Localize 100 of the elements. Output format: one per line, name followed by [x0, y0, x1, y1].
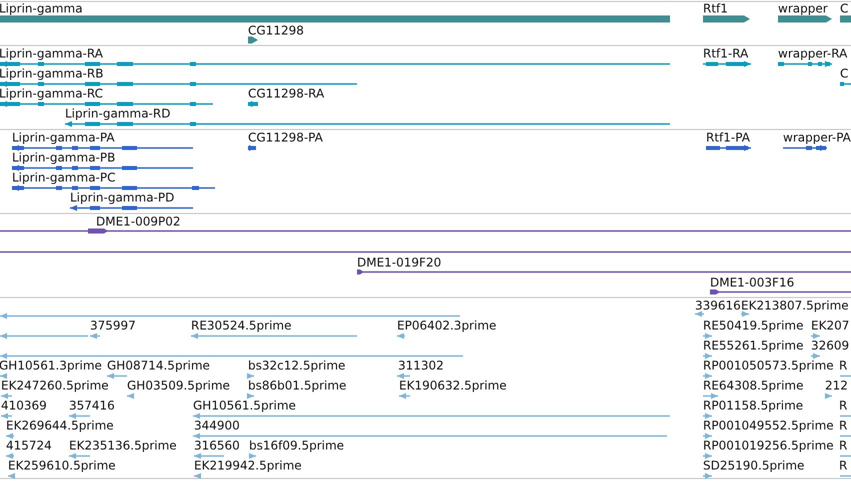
est-glyph[interactable] — [249, 453, 256, 459]
est-glyph[interactable] — [741, 311, 749, 317]
feature-label: 375997 — [90, 318, 136, 332]
est-glyph[interactable] — [0, 353, 463, 359]
est-glyph[interactable] — [703, 373, 712, 379]
clone-glyph[interactable] — [357, 270, 851, 274]
feature-label: DME1-003F16 — [710, 276, 794, 290]
protein-glyph[interactable] — [12, 185, 215, 191]
gene-bar[interactable] — [778, 16, 832, 22]
feature-label: RE30524.5prime — [191, 318, 292, 332]
est-glyph[interactable] — [397, 373, 410, 379]
feature-label: CG11298-RA — [248, 86, 324, 100]
est-glyph[interactable] — [69, 453, 90, 459]
feature-label: 410369 — [1, 398, 47, 412]
est-glyph[interactable] — [90, 333, 100, 339]
gene-bar[interactable] — [703, 16, 750, 22]
protein-glyph[interactable] — [12, 145, 193, 151]
feature-label: bs16f09.5prime — [249, 438, 344, 452]
feature-label: Rtf1-PA — [706, 130, 750, 144]
feature-label: R — [839, 358, 848, 372]
est-glyph[interactable] — [8, 473, 15, 479]
est-glyph[interactable] — [127, 393, 134, 399]
feature-label: CG11298-PA — [248, 130, 323, 144]
feature-label: wrapper — [778, 2, 828, 16]
transcript-glyph[interactable] — [0, 101, 213, 107]
est-glyph[interactable] — [0, 373, 7, 379]
feature-label: GH10561.3prime — [0, 358, 102, 372]
feature-label: 316560 — [194, 438, 240, 452]
feature-label: 339616 — [695, 298, 741, 312]
est-glyph[interactable] — [193, 433, 667, 439]
feature-label: EK259610.5prime — [8, 458, 116, 472]
est-glyph[interactable] — [399, 393, 410, 399]
est-glyph[interactable] — [191, 333, 357, 339]
feature-label: EK235136.5prime — [69, 438, 177, 452]
feature-label: Liprin-gamma-RC — [0, 86, 103, 100]
feature-label: Liprin-gamma-RB — [0, 66, 104, 80]
feature-label: GH03509.5prime — [127, 378, 230, 392]
protein-glyph[interactable] — [783, 145, 827, 151]
est-glyph[interactable] — [695, 311, 704, 317]
transcript-glyph[interactable] — [248, 101, 258, 107]
clone-glyph[interactable] — [0, 228, 851, 234]
feature-label: 344900 — [194, 418, 240, 432]
feature-label: RE50419.5prime — [703, 318, 804, 332]
est-glyph[interactable] — [69, 413, 90, 419]
feature-label: 32609 — [811, 338, 850, 352]
protein-glyph[interactable] — [12, 165, 193, 171]
feature-label: EK219942.5prime — [194, 458, 302, 472]
feature-label: wrapper-PA — [783, 130, 851, 144]
feature-label: EK247260.5prime — [1, 378, 109, 392]
feature-label: 212 — [825, 378, 848, 392]
est-glyph[interactable] — [397, 333, 405, 339]
est-glyph[interactable] — [811, 353, 820, 359]
feature-label: EP06402.3prime — [397, 318, 496, 332]
est-glyph[interactable] — [703, 353, 712, 359]
feature-label: R — [839, 418, 848, 432]
gene-bar[interactable] — [248, 36, 258, 44]
est-glyph[interactable] — [194, 453, 224, 459]
est-glyph[interactable] — [193, 413, 670, 419]
est-glyph[interactable] — [0, 333, 88, 339]
feature-label: R — [839, 438, 848, 452]
est-glyph[interactable] — [0, 313, 460, 319]
protein-glyph[interactable] — [248, 145, 256, 151]
transcript-glyph[interactable] — [703, 61, 751, 67]
protein-glyph[interactable] — [70, 205, 193, 211]
est-glyph[interactable] — [6, 433, 14, 439]
est-glyph[interactable] — [811, 333, 820, 339]
clone-glyph[interactable] — [710, 290, 851, 294]
transcript-glyph[interactable] — [0, 61, 670, 67]
est-glyph[interactable] — [247, 393, 254, 399]
transcript-glyph[interactable] — [65, 121, 670, 127]
feature-label: Liprin-gamma-PB — [12, 150, 116, 164]
feature-label: bs32c12.5prime — [248, 358, 346, 372]
transcript-glyph[interactable] — [778, 61, 832, 67]
est-glyph[interactable] — [107, 373, 127, 379]
est-glyph[interactable] — [194, 473, 201, 479]
est-glyph[interactable] — [1, 393, 12, 399]
feature-label: DME1-019F20 — [357, 256, 442, 270]
clone-line[interactable] — [0, 251, 851, 253]
est-glyph[interactable] — [703, 413, 712, 419]
est-glyph[interactable] — [825, 393, 832, 399]
feature-label: EK207 — [811, 318, 850, 332]
transcript-glyph[interactable] — [0, 81, 357, 87]
est-glyph[interactable] — [247, 373, 254, 379]
est-glyph[interactable] — [1, 413, 12, 419]
feature-label: wrapper-RA — [778, 46, 848, 60]
est-glyph[interactable] — [6, 453, 14, 459]
est-glyph[interactable] — [703, 393, 718, 399]
feature-label: C — [840, 2, 848, 16]
est-glyph[interactable] — [703, 453, 712, 459]
feature-label: R — [839, 398, 848, 412]
protein-glyph[interactable] — [706, 145, 751, 151]
feature-label: RP001049552.5prime — [703, 418, 834, 432]
est-glyph[interactable] — [703, 433, 712, 439]
est-glyph[interactable] — [703, 333, 712, 339]
transcript-glyph[interactable] — [840, 82, 851, 86]
feature-label: Liprin-gamma — [0, 2, 83, 16]
feature-label: 357416 — [69, 398, 115, 412]
est-glyph[interactable] — [703, 473, 712, 479]
feature-label: SD25190.5prime — [703, 458, 804, 472]
feature-label: RP001019256.5prime — [703, 438, 834, 452]
